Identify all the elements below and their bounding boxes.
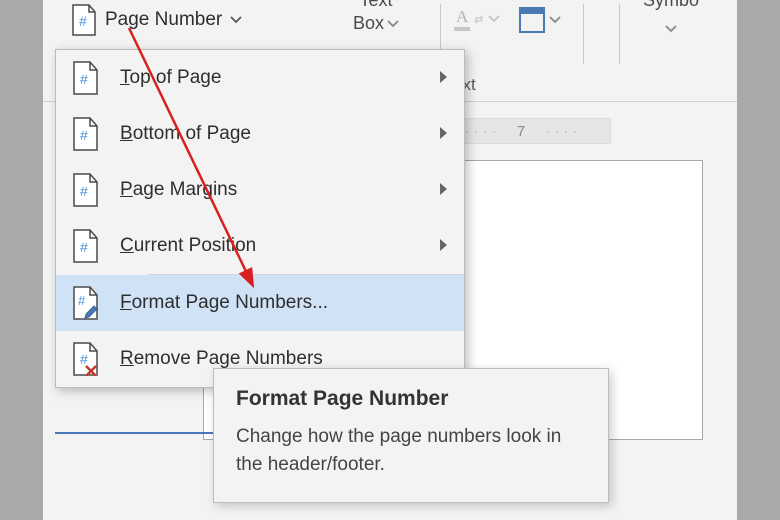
chevron-down-icon [488, 13, 500, 25]
page-icon: # [72, 173, 100, 207]
submenu-arrow-icon [440, 179, 448, 201]
svg-text:#: # [78, 293, 86, 308]
svg-text:#: # [80, 351, 88, 367]
menu-item-bottom-of-page[interactable]: # Bottom of Page [56, 106, 464, 162]
svg-text:#: # [80, 127, 88, 143]
symbols-button[interactable]: Symbo [643, 0, 699, 40]
menu-item-format-page-numbers[interactable]: # Format Page Numbers... [56, 275, 464, 331]
font-color-button[interactable]: A ⇄ [454, 7, 500, 31]
menu-item-label: Current Position [120, 235, 256, 257]
ruler-mark: 7 [517, 123, 525, 140]
menu-item-label: Page Margins [120, 179, 237, 201]
page-number-dropdown: # Top of Page # Bottom of Page # Page Margins… [55, 49, 465, 388]
box-icon [519, 7, 545, 33]
tooltip-title: Format Page Number [236, 387, 586, 411]
svg-text:#: # [80, 239, 88, 255]
submenu-arrow-icon [440, 123, 448, 145]
menu-item-label: Format Page Numbers... [120, 292, 328, 314]
chevron-down-icon [230, 14, 242, 26]
page-icon: # [72, 229, 100, 263]
menu-item-label: Top of Page [120, 67, 221, 89]
tooltip: Format Page Number Change how the page n… [213, 368, 609, 503]
menu-item-label: Bottom of Page [120, 123, 251, 145]
chevron-down-icon [665, 23, 677, 35]
ribbon-separator [619, 4, 620, 64]
submenu-arrow-icon [440, 67, 448, 89]
page-number-icon: # [71, 4, 97, 36]
chevron-down-icon [387, 18, 399, 30]
svg-text:#: # [80, 71, 88, 87]
svg-text:#: # [80, 183, 88, 199]
page-icon: # [72, 117, 100, 151]
ribbon-separator [583, 4, 584, 64]
box-button[interactable] [519, 7, 561, 33]
text-box-label-1: Text [360, 0, 393, 11]
submenu-arrow-icon [440, 235, 448, 257]
menu-item-current-position[interactable]: # Current Position [56, 218, 464, 274]
font-color-arrows: ⇄ [474, 13, 483, 26]
page-number-button[interactable]: # Page Number [65, 0, 248, 40]
menu-item-label: Remove Page Numbers [120, 348, 323, 370]
symbols-label: Symbo [643, 0, 699, 10]
page-edit-icon: # [72, 286, 100, 320]
svg-text:#: # [79, 13, 87, 29]
menu-item-page-margins[interactable]: # Page Margins [56, 162, 464, 218]
page-remove-icon: # [72, 342, 100, 376]
text-box-button[interactable]: Text Box [353, 0, 399, 34]
menu-item-top-of-page[interactable]: # Top of Page [56, 50, 464, 106]
font-color-label: A [454, 7, 470, 31]
chevron-down-icon [549, 14, 561, 26]
app-area: # Page Number Text Box A ⇄ [43, 0, 737, 520]
text-box-label-2: Box [353, 13, 384, 34]
page-number-label: Page Number [105, 9, 222, 31]
tooltip-body: Change how the page numbers look in the … [236, 423, 586, 478]
page-icon: # [72, 61, 100, 95]
